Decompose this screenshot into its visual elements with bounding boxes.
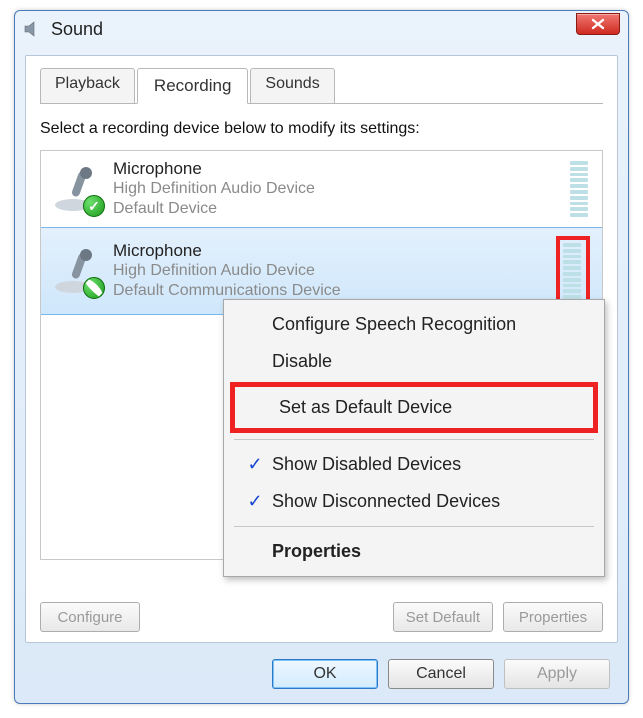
title-bar: Sound bbox=[15, 11, 628, 47]
dialog-client: Playback Recording Sounds Select a recor… bbox=[25, 55, 618, 643]
lower-button-bar: Configure Set Default Properties bbox=[40, 602, 603, 632]
tab-sounds[interactable]: Sounds bbox=[250, 68, 334, 104]
level-meter bbox=[563, 243, 581, 299]
microphone-icon bbox=[51, 245, 103, 297]
menu-label: Disable bbox=[272, 351, 332, 372]
properties-button[interactable]: Properties bbox=[503, 602, 603, 632]
menu-label: Properties bbox=[272, 541, 361, 562]
button-label: Cancel bbox=[416, 665, 466, 683]
cancel-button[interactable]: Cancel bbox=[388, 659, 494, 689]
menu-set-default-highlight: Set as Default Device bbox=[230, 382, 598, 433]
configure-button[interactable]: Configure bbox=[40, 602, 140, 632]
default-check-icon: ✓ bbox=[83, 195, 105, 217]
menu-properties[interactable]: Properties bbox=[228, 533, 600, 570]
button-label: Properties bbox=[519, 609, 587, 626]
device-controller-label: High Definition Audio Device bbox=[113, 261, 546, 281]
check-icon: ✓ bbox=[247, 491, 262, 512]
dialog-button-strip: OK Cancel Apply bbox=[272, 659, 610, 689]
sound-dialog: Sound Playback Recording Sounds Select a… bbox=[14, 10, 629, 704]
menu-separator bbox=[234, 439, 594, 440]
device-list: ✓ Microphone High Definition Audio Devic… bbox=[40, 150, 603, 560]
menu-configure-speech[interactable]: Configure Speech Recognition bbox=[228, 306, 600, 343]
menu-label: Set as Default Device bbox=[279, 397, 452, 418]
device-name-label: Microphone bbox=[113, 241, 546, 261]
set-default-button[interactable]: Set Default bbox=[393, 602, 493, 632]
check-icon: ✓ bbox=[247, 454, 262, 475]
menu-set-default-device[interactable]: Set as Default Device bbox=[235, 387, 593, 428]
device-name-label: Microphone bbox=[113, 159, 560, 179]
button-label: Configure bbox=[57, 609, 122, 626]
close-button[interactable] bbox=[576, 13, 620, 35]
button-label: Apply bbox=[537, 665, 577, 683]
tab-strip: Playback Recording Sounds bbox=[40, 68, 603, 104]
menu-label: Show Disconnected Devices bbox=[272, 491, 500, 512]
device-context-menu: Configure Speech Recognition Disable Set… bbox=[223, 299, 605, 577]
instruction-text: Select a recording device below to modif… bbox=[40, 120, 603, 138]
level-meter-highlight bbox=[556, 236, 590, 306]
microphone-icon: ✓ bbox=[51, 163, 103, 215]
button-label: Set Default bbox=[406, 609, 480, 626]
menu-label: Configure Speech Recognition bbox=[272, 314, 516, 335]
tab-playback[interactable]: Playback bbox=[40, 68, 135, 104]
menu-disable[interactable]: Disable bbox=[228, 343, 600, 380]
menu-separator bbox=[234, 526, 594, 527]
default-comm-phone-icon bbox=[83, 277, 105, 299]
tab-recording[interactable]: Recording bbox=[137, 68, 249, 104]
window-title: Sound bbox=[51, 19, 103, 40]
menu-show-disabled[interactable]: ✓ Show Disabled Devices bbox=[228, 446, 600, 483]
device-controller-label: High Definition Audio Device bbox=[113, 179, 560, 199]
menu-label: Show Disabled Devices bbox=[272, 454, 461, 475]
device-status-label: Default Device bbox=[113, 199, 560, 219]
device-row[interactable]: ✓ Microphone High Definition Audio Devic… bbox=[41, 151, 602, 227]
level-meter bbox=[570, 161, 588, 217]
apply-button[interactable]: Apply bbox=[504, 659, 610, 689]
speaker-icon bbox=[23, 19, 43, 39]
button-label: OK bbox=[313, 665, 336, 683]
menu-show-disconnected[interactable]: ✓ Show Disconnected Devices bbox=[228, 483, 600, 520]
ok-button[interactable]: OK bbox=[272, 659, 378, 689]
device-status-label: Default Communications Device bbox=[113, 281, 546, 301]
